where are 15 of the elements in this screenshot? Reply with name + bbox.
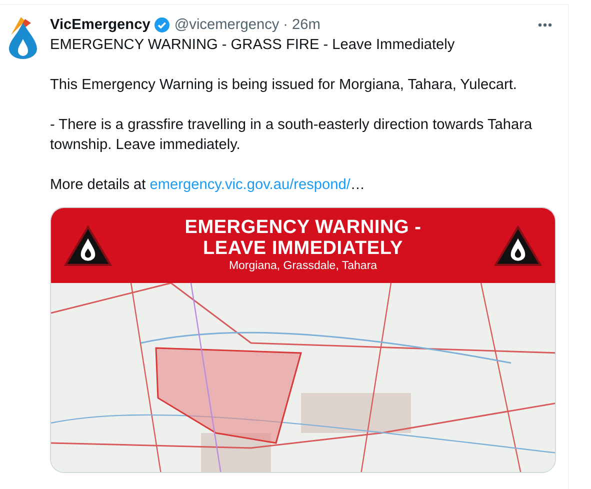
- tweet-text: More details at emergency.vic.gov.au/respond/…: [50, 176, 366, 195]
- banner-locations: Morgiana, Grassdale, Tahara: [228, 259, 378, 274]
- tweet-text: This Emergency Warning is being issued for Morgiana, Tahara, Yulecart.: [50, 76, 518, 95]
- tweet-text: EMERGENCY WARNING - GRASS FIRE - Leave Immediately: [50, 36, 456, 55]
- avatar-logo[interactable]: [7, 15, 39, 59]
- more-icon[interactable]: [538, 23, 552, 27]
- fire-warning-icon: [493, 224, 543, 268]
- author-handle[interactable]: @vicemergency: [174, 15, 280, 35]
- banner-title: EMERGENCY WARNING -: [184, 217, 422, 238]
- banner-title: LEAVE IMMEDIATELY: [202, 238, 404, 259]
- tweet-text: - There is a grassfire travelling in a south-easterly direction towards Tahara township. Leave immediately.: [50, 116, 534, 155]
- timestamp[interactable]: 26m: [292, 15, 320, 35]
- author-name[interactable]: VicEmergency: [50, 15, 150, 35]
- separator: ·: [283, 16, 288, 35]
- fire-warning-icon: [63, 224, 113, 268]
